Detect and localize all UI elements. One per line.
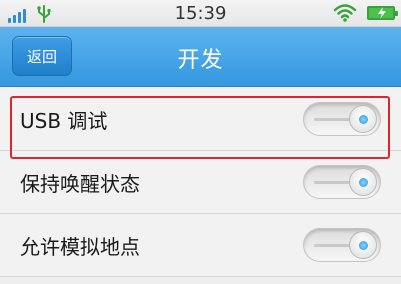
mock-locations-toggle[interactable] [303,228,381,262]
setting-label: 保持唤醒状态 [20,171,140,196]
developer-settings-list: USB 调试 保持唤醒状态 允许模拟地点 [0,88,401,277]
stay-awake-toggle[interactable] [303,165,381,199]
page-title: 开发 [177,48,224,73]
status-bar: 15:39 [0,0,401,27]
toggle-knob [349,231,377,259]
setting-row-mock-locations[interactable]: 允许模拟地点 [0,214,401,277]
battery-charging-icon [367,6,398,20]
toggle-knob [349,105,377,133]
setting-label: USB 调试 [20,108,108,133]
toggle-knob [349,168,377,196]
title-bar: 返回 开发 [0,27,401,87]
wifi-icon [333,4,357,22]
setting-row-usb-debugging[interactable]: USB 调试 [0,88,401,151]
usb-debugging-toggle[interactable] [303,102,381,136]
setting-row-stay-awake[interactable]: 保持唤醒状态 [0,151,401,214]
setting-label: 允许模拟地点 [20,234,140,259]
